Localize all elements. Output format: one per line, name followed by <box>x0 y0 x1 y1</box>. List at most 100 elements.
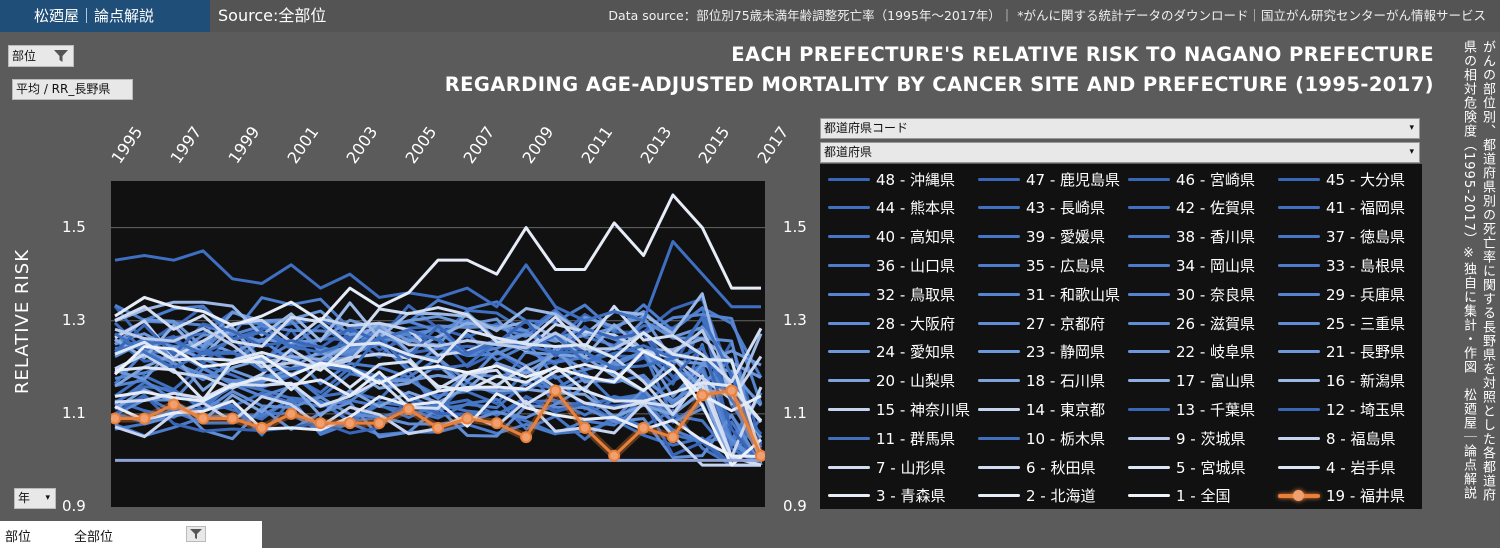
legend-item[interactable]: 35 - 広島県 <box>978 254 1105 276</box>
legend-item[interactable]: 41 - 福岡県 <box>1278 197 1405 219</box>
site-filter-button[interactable]: 部位 <box>8 45 74 67</box>
legend-item[interactable]: 11 - 群馬県 <box>828 427 955 449</box>
legend-swatch <box>978 350 1020 354</box>
legend-label: 16 - 新潟県 <box>1326 372 1406 391</box>
legend-item[interactable]: 12 - 埼玉県 <box>1278 398 1405 420</box>
legend-item[interactable]: 21 - 長野県 <box>1278 341 1405 363</box>
legend-item[interactable]: 5 - 宮城県 <box>1128 456 1246 478</box>
legend-item[interactable]: 45 - 大分県 <box>1278 168 1405 190</box>
legend-item[interactable]: 28 - 大阪府 <box>828 312 955 334</box>
legend-item[interactable]: 13 - 千葉県 <box>1128 398 1255 420</box>
x-tick-label: 2009 <box>518 122 558 167</box>
legend-swatch <box>1128 235 1170 239</box>
legend-swatch <box>828 379 870 383</box>
plot-area <box>109 181 767 507</box>
legend-label: 22 - 岐阜県 <box>1176 343 1256 362</box>
legend-item[interactable]: 14 - 東京都 <box>978 398 1105 420</box>
legend-label: 23 - 静岡県 <box>1026 343 1106 362</box>
legend-item[interactable]: 19 - 福井県 <box>1278 485 1405 507</box>
legend-label: 37 - 徳島県 <box>1326 228 1406 247</box>
legend-item[interactable]: 42 - 佐賀県 <box>1128 197 1255 219</box>
legend-swatch <box>1128 292 1170 296</box>
legend-item[interactable]: 27 - 京都府 <box>978 312 1105 334</box>
legend-item[interactable]: 2 - 北海道 <box>978 485 1096 507</box>
highlight-point <box>608 449 621 462</box>
x-tick-label: 2015 <box>694 122 734 167</box>
y-tick-label: 1.1 <box>62 403 86 422</box>
legend-item[interactable]: 26 - 滋賀県 <box>1128 312 1255 334</box>
legend-item[interactable]: 32 - 鳥取県 <box>828 283 955 305</box>
legend-label: 18 - 石川県 <box>1026 372 1106 391</box>
legend-item[interactable]: 8 - 福島県 <box>1278 427 1396 449</box>
legend-item[interactable]: 22 - 岐阜県 <box>1128 341 1255 363</box>
legend-item[interactable]: 20 - 山梨県 <box>828 370 955 392</box>
legend-item[interactable]: 39 - 愛媛県 <box>978 226 1105 248</box>
legend-item[interactable]: 33 - 島根県 <box>1278 254 1405 276</box>
legend-swatch <box>828 436 870 440</box>
y-tick-label: 1.3 <box>783 310 807 329</box>
legend-label: 44 - 熊本県 <box>876 199 956 218</box>
legend-item[interactable]: 36 - 山口県 <box>828 254 955 276</box>
legend-item[interactable]: 25 - 三重県 <box>1278 312 1405 334</box>
legend-item[interactable]: 1 - 全国 <box>1128 485 1231 507</box>
legend-item[interactable]: 23 - 静岡県 <box>978 341 1105 363</box>
highlight-point <box>461 412 474 425</box>
legend-item[interactable]: 44 - 熊本県 <box>828 197 955 219</box>
year-filter-button[interactable]: 年 ▾ <box>14 488 56 509</box>
legend-item[interactable]: 37 - 徳島県 <box>1278 226 1405 248</box>
highlight-point <box>725 384 738 397</box>
legend-item[interactable]: 10 - 栃木県 <box>978 427 1105 449</box>
highlight-point <box>285 407 298 420</box>
legend-item[interactable]: 38 - 香川県 <box>1128 226 1255 248</box>
dropdown-arrow-icon: ▾ <box>1409 147 1414 157</box>
legend-item[interactable]: 18 - 石川県 <box>978 370 1105 392</box>
legend-item[interactable]: 9 - 茨城県 <box>1128 427 1246 449</box>
legend-item[interactable]: 29 - 兵庫県 <box>1278 283 1405 305</box>
legend-item[interactable]: 4 - 岩手県 <box>1278 456 1396 478</box>
legend-item[interactable]: 15 - 神奈川県 <box>828 398 970 420</box>
legend-swatch <box>1128 321 1170 325</box>
funnel-icon[interactable] <box>186 526 206 542</box>
legend-swatch <box>828 350 870 354</box>
legend-label: 47 - 鹿児島県 <box>1026 170 1121 189</box>
legend-swatch <box>1128 436 1170 440</box>
legend-label: 27 - 京都府 <box>1026 314 1106 333</box>
highlight-point <box>549 384 562 397</box>
pref-slicer[interactable]: 都道府県 ▾ <box>820 142 1420 163</box>
funnel-icon <box>54 50 68 62</box>
legend-label: 38 - 香川県 <box>1176 228 1256 247</box>
bottom-filter: 部位 全部位 <box>0 521 262 548</box>
highlight-point <box>314 417 327 430</box>
legend-item[interactable]: 34 - 岡山県 <box>1128 254 1255 276</box>
legend-item[interactable]: 40 - 高知県 <box>828 226 955 248</box>
legend-item[interactable]: 46 - 宮崎県 <box>1128 168 1255 190</box>
x-tick-label: 2013 <box>635 122 675 167</box>
legend-swatch <box>978 235 1020 239</box>
legend-label: 13 - 千葉県 <box>1176 400 1256 419</box>
legend-item[interactable]: 30 - 奈良県 <box>1128 283 1255 305</box>
y-tick-label: 1.3 <box>62 310 86 329</box>
legend-swatch <box>828 321 870 325</box>
legend-item[interactable]: 6 - 秋田県 <box>978 456 1096 478</box>
pref-code-slicer[interactable]: 都道府県コード ▾ <box>820 118 1420 139</box>
legend-label: 46 - 宮崎県 <box>1176 170 1256 189</box>
legend-item[interactable]: 31 - 和歌山県 <box>978 283 1120 305</box>
y-tick-label: 0.9 <box>62 497 86 515</box>
legend-label: 1 - 全国 <box>1176 487 1231 506</box>
legend-swatch <box>1278 206 1320 210</box>
legend-item[interactable]: 7 - 山形県 <box>828 456 946 478</box>
measure-button[interactable]: 平均 / RR_長野県 <box>12 79 133 100</box>
legend-item[interactable]: 43 - 長崎県 <box>978 197 1105 219</box>
legend-label: 8 - 福島県 <box>1326 429 1396 448</box>
legend-item[interactable]: 16 - 新潟県 <box>1278 370 1405 392</box>
brand-label: 松廼屋｜論点解説 <box>0 0 210 32</box>
legend-swatch <box>1128 379 1170 383</box>
legend-item[interactable]: 17 - 富山県 <box>1128 370 1255 392</box>
legend-item[interactable]: 24 - 愛知県 <box>828 341 955 363</box>
legend-item[interactable]: 47 - 鹿児島県 <box>978 168 1120 190</box>
legend-label: 42 - 佐賀県 <box>1176 199 1256 218</box>
y-axis-title: RELATIVE RISK <box>12 249 33 395</box>
legend-item[interactable]: 48 - 沖縄県 <box>828 168 955 190</box>
legend-swatch <box>978 379 1020 383</box>
legend-item[interactable]: 3 - 青森県 <box>828 485 946 507</box>
